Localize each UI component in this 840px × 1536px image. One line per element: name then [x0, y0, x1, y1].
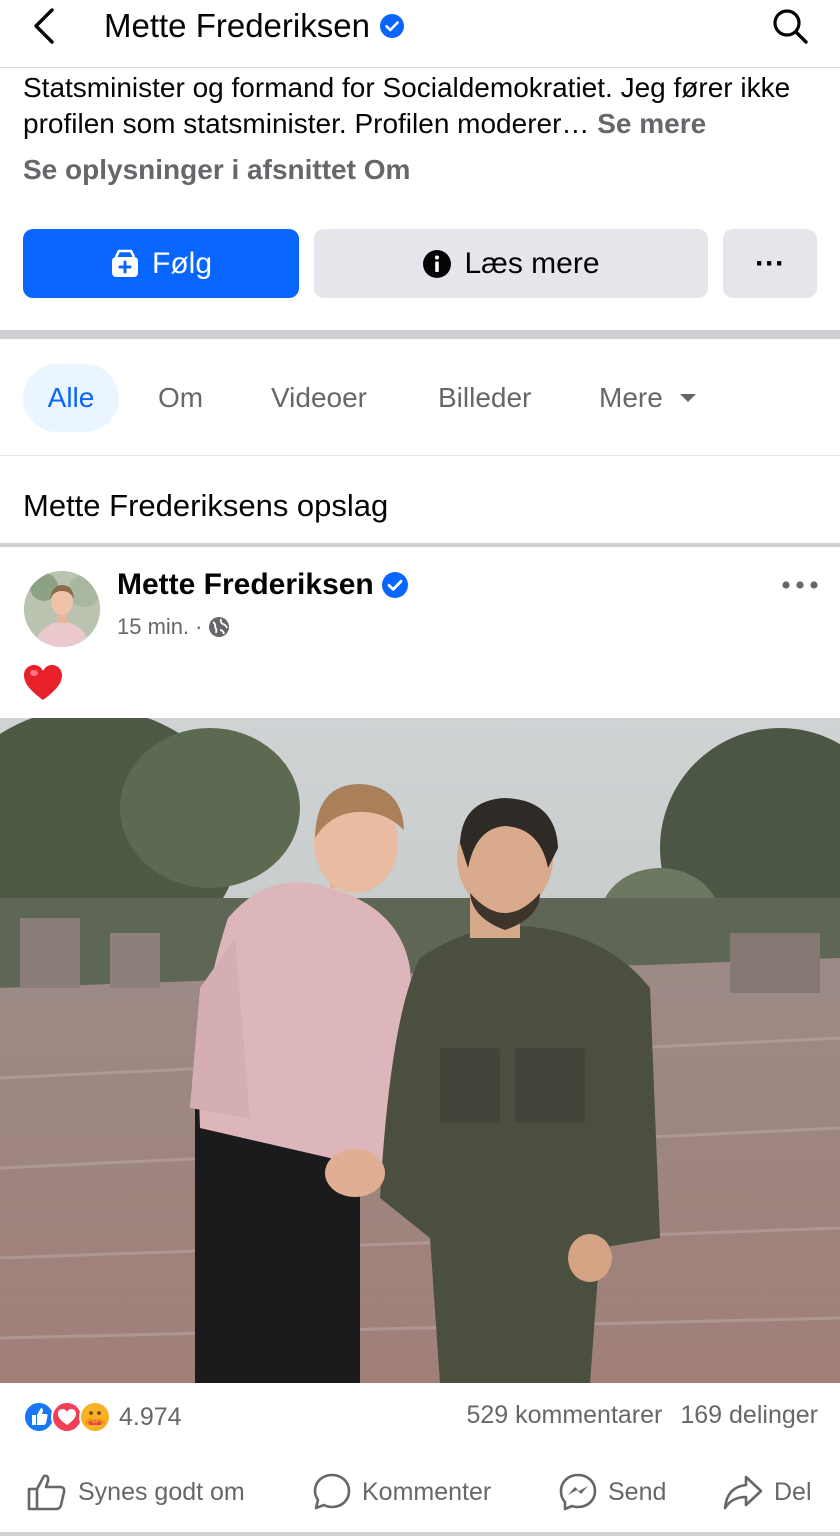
- tab-about-label: Om: [158, 382, 204, 413]
- send-button[interactable]: Send: [558, 1470, 666, 1514]
- share-button[interactable]: Del: [722, 1470, 812, 1514]
- comment-count[interactable]: 529 kommentarer: [466, 1401, 662, 1430]
- avatar[interactable]: [24, 571, 100, 647]
- top-bar: Mette Frederiksen: [0, 0, 840, 68]
- comment-label: Kommenter: [362, 1477, 492, 1506]
- follow-button[interactable]: Følg: [23, 229, 299, 298]
- read-more-button[interactable]: Læs mere: [314, 229, 708, 298]
- comment-button[interactable]: Kommenter: [312, 1470, 491, 1514]
- post-time[interactable]: 15 min.: [117, 614, 189, 640]
- post-options-icon[interactable]: [780, 572, 820, 598]
- info-icon: [422, 249, 452, 279]
- share-icon: [723, 1475, 763, 1510]
- meta-separator: ·: [195, 614, 203, 639]
- post-photo[interactable]: [0, 718, 840, 1383]
- see-more-link[interactable]: Se mere: [597, 108, 706, 139]
- tab-more-label: Mere: [599, 382, 663, 413]
- follow-label: Følg: [152, 246, 212, 280]
- caret-down-icon: [679, 394, 696, 402]
- care-icon: [79, 1401, 111, 1433]
- like-button[interactable]: Synes godt om: [26, 1470, 245, 1514]
- post-meta: 15 min. ·: [117, 614, 230, 640]
- tab-videos-label: Videoer: [271, 382, 368, 413]
- back-arrow-icon[interactable]: [26, 6, 66, 46]
- posts-section-title: Mette Frederiksens opslag: [23, 488, 389, 523]
- post-stats: 529 kommentarer 169 delinger: [466, 1401, 818, 1430]
- share-label: Del: [774, 1477, 812, 1506]
- more-label: ···: [755, 246, 785, 280]
- read-more-label: Læs mere: [464, 246, 600, 280]
- comment-icon: [313, 1473, 351, 1510]
- globe-icon: [209, 617, 230, 637]
- verified-badge-icon: [379, 14, 404, 38]
- post-author: Mette Frederiksen: [117, 568, 408, 602]
- search-icon[interactable]: [770, 6, 810, 46]
- section-divider: [0, 330, 840, 339]
- reaction-count: 4.974: [119, 1402, 182, 1431]
- about-section-link[interactable]: Se oplysninger i afsnittet Om: [23, 154, 410, 186]
- heart-icon: [23, 664, 63, 702]
- tab-more[interactable]: Mere: [599, 364, 697, 432]
- page-title: Mette Frederiksen: [104, 7, 370, 44]
- share-count[interactable]: 169 delinger: [680, 1401, 818, 1430]
- post-actions: Synes godt om Kommenter Send Del: [0, 1458, 840, 1524]
- section-divider: [0, 543, 840, 547]
- send-label: Send: [608, 1477, 667, 1506]
- verified-badge-icon: [381, 572, 408, 598]
- reactions-summary[interactable]: 4.974: [23, 1399, 182, 1435]
- tab-about[interactable]: Om: [158, 364, 203, 432]
- tab-photos-label: Billeder: [438, 382, 532, 413]
- tab-all-label: Alle: [47, 382, 95, 413]
- follow-icon: [110, 249, 140, 279]
- more-options-button[interactable]: ···: [723, 229, 817, 298]
- tab-videos[interactable]: Videoer: [271, 364, 367, 432]
- profile-tabs: Alle Om Videoer Billeder Mere: [0, 340, 840, 456]
- tab-all[interactable]: Alle: [23, 364, 119, 432]
- tab-photos[interactable]: Billeder: [438, 364, 531, 432]
- messenger-icon: [559, 1473, 597, 1511]
- profile-bio: Statsminister og formand for Socialdemok…: [23, 70, 823, 142]
- post-author-name[interactable]: Mette Frederiksen: [117, 568, 374, 602]
- page-title-wrap: Mette Frederiksen: [104, 6, 404, 46]
- bottom-divider: [0, 1532, 840, 1536]
- like-label: Synes godt om: [78, 1477, 245, 1506]
- thumbs-up-icon: [27, 1474, 66, 1511]
